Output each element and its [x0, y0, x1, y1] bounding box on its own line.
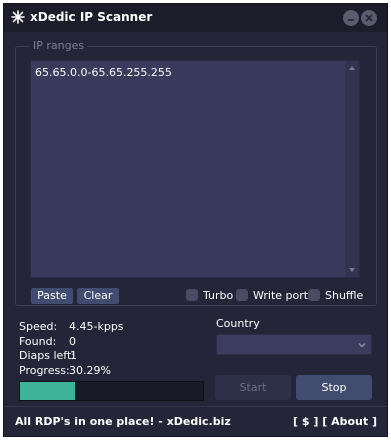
clear-button[interactable]: Clear [77, 288, 119, 304]
found-label: Found: [19, 335, 57, 348]
progress-label: Progress: [19, 364, 70, 377]
write-port-label: Write port [253, 288, 309, 302]
write-port-checkbox[interactable]: Write port [236, 288, 308, 302]
window-title: xDedic IP Scanner [30, 10, 153, 24]
turbo-label: Turbo [203, 288, 234, 302]
shuffle-checkbox[interactable]: Shuffle [308, 288, 363, 302]
stop-button[interactable]: Stop [296, 375, 372, 400]
title-bar[interactable]: xDedic IP Scanner [4, 4, 387, 32]
country-label: Country [216, 317, 260, 330]
paste-button[interactable]: Paste [31, 288, 73, 304]
footer-promo-link[interactable]: All RDP's in one place! - xDedic.biz [15, 415, 231, 428]
turbo-checkbox-box[interactable] [186, 289, 198, 301]
write-port-checkbox-box[interactable] [236, 289, 248, 301]
ip-ranges-scrollbar[interactable] [345, 61, 359, 277]
diaps-left-value: 1 [70, 349, 77, 362]
scroll-up-icon[interactable] [348, 64, 356, 72]
progress-bar [19, 381, 204, 401]
close-icon [365, 14, 373, 22]
found-value: 0 [69, 335, 76, 348]
speed-label: Speed: [19, 320, 58, 333]
progress-value: 30.29% [69, 364, 111, 377]
main-window: xDedic IP Scanner IP ranges 65.65.0.0-65… [3, 3, 388, 437]
ip-ranges-textarea[interactable]: 65.65.0.0-65.65.255.255 [30, 60, 360, 278]
close-button[interactable] [361, 10, 377, 26]
country-select[interactable] [216, 334, 372, 355]
minimize-icon [348, 19, 354, 21]
scroll-down-icon[interactable] [348, 266, 356, 274]
ip-ranges-text: 65.65.0.0-65.65.255.255 [35, 66, 172, 79]
speed-value: 4.45-kpps [69, 320, 124, 333]
diaps-left-label: Diaps left: [19, 349, 75, 362]
chevron-down-icon[interactable] [358, 341, 366, 349]
ip-ranges-label: IP ranges [30, 39, 88, 52]
footer-links[interactable]: [ $ ] [ About ] [293, 415, 377, 428]
ip-ranges-group: IP ranges 65.65.0.0-65.65.255.255 [15, 39, 377, 306]
footer: All RDP's in one place! - xDedic.biz [ $… [4, 406, 387, 437]
shuffle-label: Shuffle [325, 288, 364, 302]
shuffle-checkbox-box[interactable] [308, 289, 320, 301]
turbo-checkbox[interactable]: Turbo [186, 288, 233, 302]
minimize-button[interactable] [343, 10, 359, 26]
app-icon [11, 10, 25, 24]
progress-bar-fill [20, 382, 76, 400]
start-button[interactable]: Start [215, 375, 291, 400]
